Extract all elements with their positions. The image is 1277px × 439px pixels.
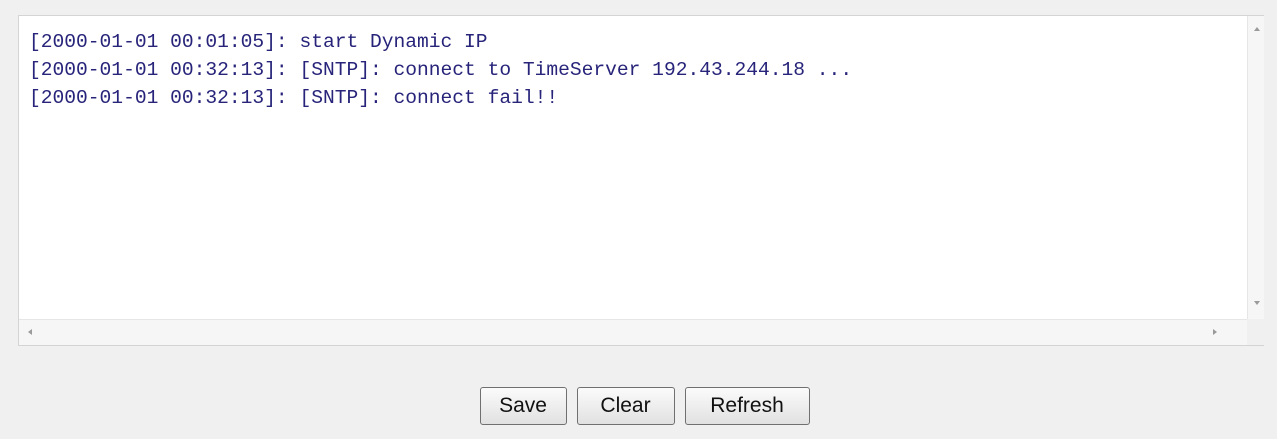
- log-line: [2000-01-01 00:32:13]: [SNTP]: connect f…: [29, 87, 559, 109]
- scroll-up-button[interactable]: [1248, 20, 1265, 37]
- scrollbar-corner: [1247, 319, 1264, 345]
- save-button[interactable]: Save: [479, 387, 567, 425]
- refresh-button[interactable]: Refresh: [684, 387, 810, 425]
- log-content[interactable]: [2000-01-01 00:01:05]: start Dynamic IP …: [19, 16, 1247, 319]
- vertical-scrollbar[interactable]: [1247, 16, 1264, 319]
- scroll-right-button[interactable]: [1206, 323, 1223, 340]
- action-buttons: Save Clear Refresh: [0, 387, 1277, 425]
- scroll-left-icon: [27, 328, 32, 335]
- scroll-left-button[interactable]: [21, 323, 38, 340]
- scroll-up-icon: [1253, 26, 1260, 31]
- clear-button[interactable]: Clear: [576, 387, 675, 425]
- horizontal-scrollbar[interactable]: [19, 319, 1247, 345]
- scroll-right-icon: [1212, 328, 1217, 335]
- system-log-textarea[interactable]: [2000-01-01 00:01:05]: start Dynamic IP …: [18, 15, 1264, 346]
- scroll-down-button[interactable]: [1248, 294, 1265, 311]
- log-line: [2000-01-01 00:32:13]: [SNTP]: connect t…: [29, 59, 853, 81]
- scroll-down-icon: [1253, 300, 1260, 305]
- log-line: [2000-01-01 00:01:05]: start Dynamic IP: [29, 31, 488, 53]
